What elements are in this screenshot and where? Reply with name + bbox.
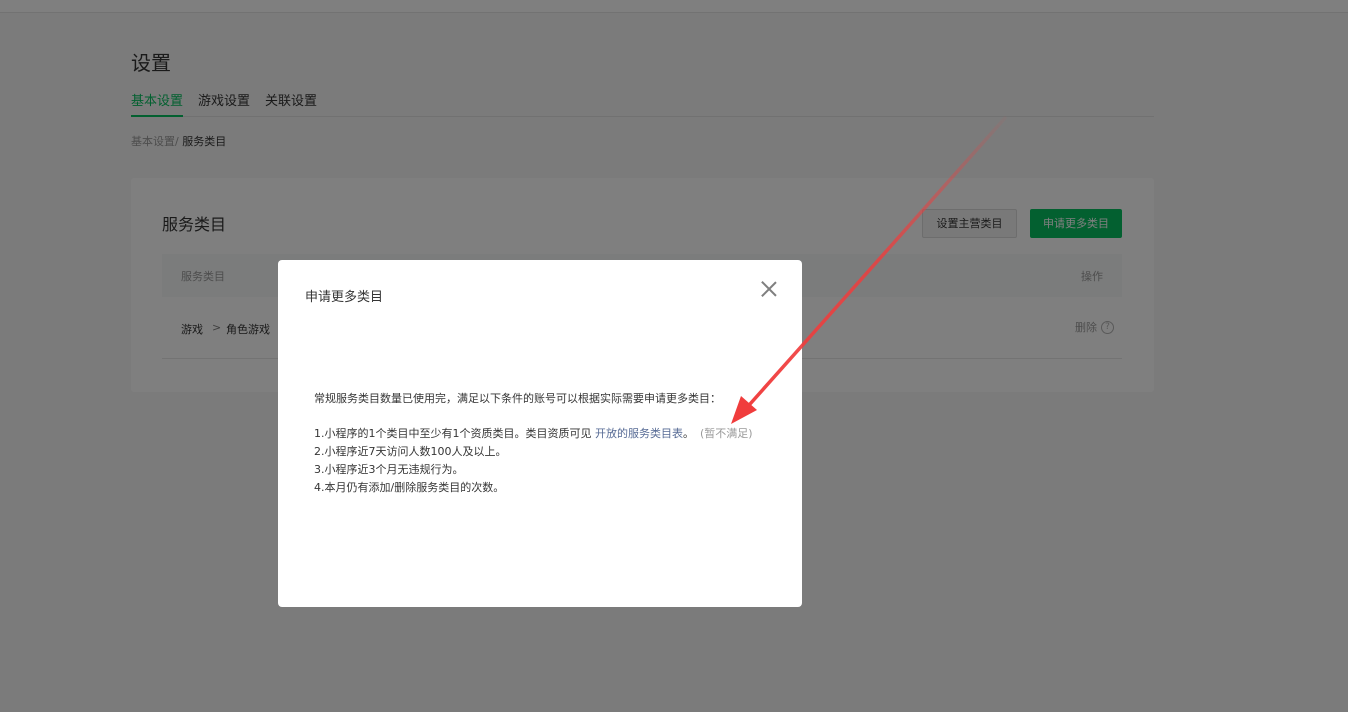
annotation-arrow [731,116,1007,424]
arrow-shaft [740,116,1007,415]
